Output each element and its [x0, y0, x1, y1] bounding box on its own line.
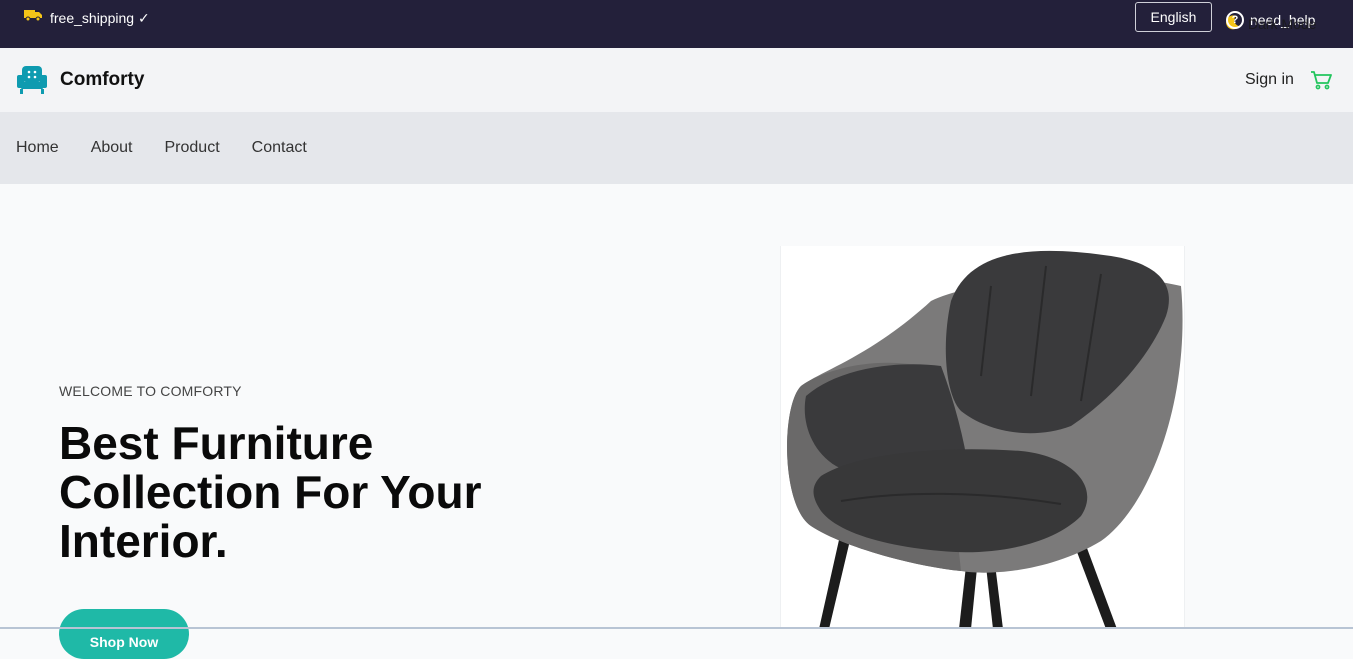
armchair-image: [787, 250, 1183, 629]
dark-mode-label[interactable]: Dark Mode: [1248, 16, 1316, 32]
free-shipping-text: free_shipping ✓: [50, 10, 150, 26]
armchair-logo-icon: [17, 66, 47, 94]
hero-title: Best Furniture Collection For Your Inter…: [59, 417, 482, 567]
shop-now-button[interactable]: Shop Now: [59, 609, 189, 659]
cart-icon[interactable]: [1310, 70, 1332, 90]
announcement-bar: free_shipping ✓ English ? need_help Dark…: [0, 0, 1353, 48]
help-icon: ?: [1226, 11, 1244, 29]
nav-item-home[interactable]: Home: [16, 139, 59, 157]
site-header: Comforty Sign in: [0, 48, 1353, 112]
truck-icon: [24, 9, 42, 21]
hero-eyebrow: WELCOME TO COMFORTY: [59, 383, 242, 399]
logo[interactable]: Comforty: [16, 65, 144, 95]
main-nav: Home About Product Contact: [0, 112, 1353, 184]
hero-product-image: [780, 246, 1185, 629]
brand-name: Comforty: [60, 69, 145, 90]
language-select[interactable]: English: [1135, 2, 1212, 32]
nav-item-product[interactable]: Product: [165, 139, 220, 157]
sign-in-link[interactable]: Sign in: [1245, 71, 1294, 89]
free-shipping-notice: free_shipping ✓: [24, 9, 150, 27]
nav-item-contact[interactable]: Contact: [252, 139, 307, 157]
nav-item-about[interactable]: About: [91, 139, 133, 157]
